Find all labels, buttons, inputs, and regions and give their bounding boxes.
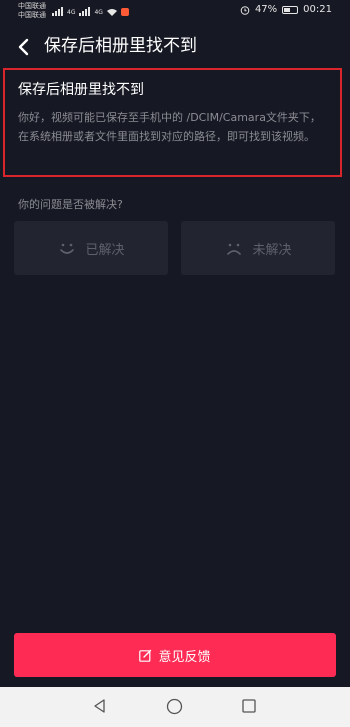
smile-icon: [60, 243, 75, 254]
network-type-1: 4G: [67, 9, 76, 16]
chevron-left-icon: [18, 38, 29, 56]
alarm-icon: [240, 5, 250, 15]
clock: 00:21: [303, 4, 332, 15]
solved-button[interactable]: 已解决: [14, 221, 168, 275]
signal-icon: [52, 7, 63, 16]
edit-icon: [139, 649, 152, 662]
network-type-2: 4G: [94, 9, 103, 16]
signal-icon: [79, 7, 91, 16]
answer-card: 保存后相册里找不到 你好，视频可能已保存至手机中的 /DCIM/Camara文件…: [3, 68, 342, 177]
status-bar: 中国联通 中国联通 4G 4G 47% 00:21: [0, 0, 350, 24]
carrier-info: 中国联通 中国联通: [18, 2, 46, 20]
wifi-icon: [106, 9, 117, 16]
feedback-label: 意见反馈: [158, 649, 211, 665]
carrier-label-1: 中国联通: [18, 2, 46, 10]
signal-area: 4G 4G: [52, 6, 129, 16]
unsolved-label: 未解决: [252, 242, 292, 258]
battery-icon: [282, 5, 299, 14]
header: 保存后相册里找不到: [0, 28, 350, 64]
page-title: 保存后相册里找不到: [44, 36, 197, 56]
solved-label: 已解决: [85, 242, 125, 258]
nav-recent-apps-icon[interactable]: [242, 699, 256, 713]
nav-home-icon[interactable]: [166, 698, 183, 715]
nav-back-icon[interactable]: [93, 699, 107, 713]
carrier-label-2: 中国联通: [18, 11, 46, 19]
unsolved-button[interactable]: 未解决: [181, 221, 335, 275]
answer-title: 保存后相册里找不到: [18, 82, 144, 98]
sad-face-icon: [227, 243, 242, 255]
battery-percent: 47%: [254, 4, 278, 15]
navigation-bar: [0, 687, 350, 727]
back-button[interactable]: [12, 36, 34, 58]
status-right: 47% 00:21: [240, 4, 332, 15]
question-text: 你的问题是否被解决?: [18, 198, 123, 211]
notification-icon: [120, 8, 129, 16]
answer-body: 你好，视频可能已保存至手机中的 /DCIM/Camara文件夹下，在系统相册或者…: [18, 111, 321, 143]
feedback-button[interactable]: 意见反馈: [14, 633, 336, 677]
